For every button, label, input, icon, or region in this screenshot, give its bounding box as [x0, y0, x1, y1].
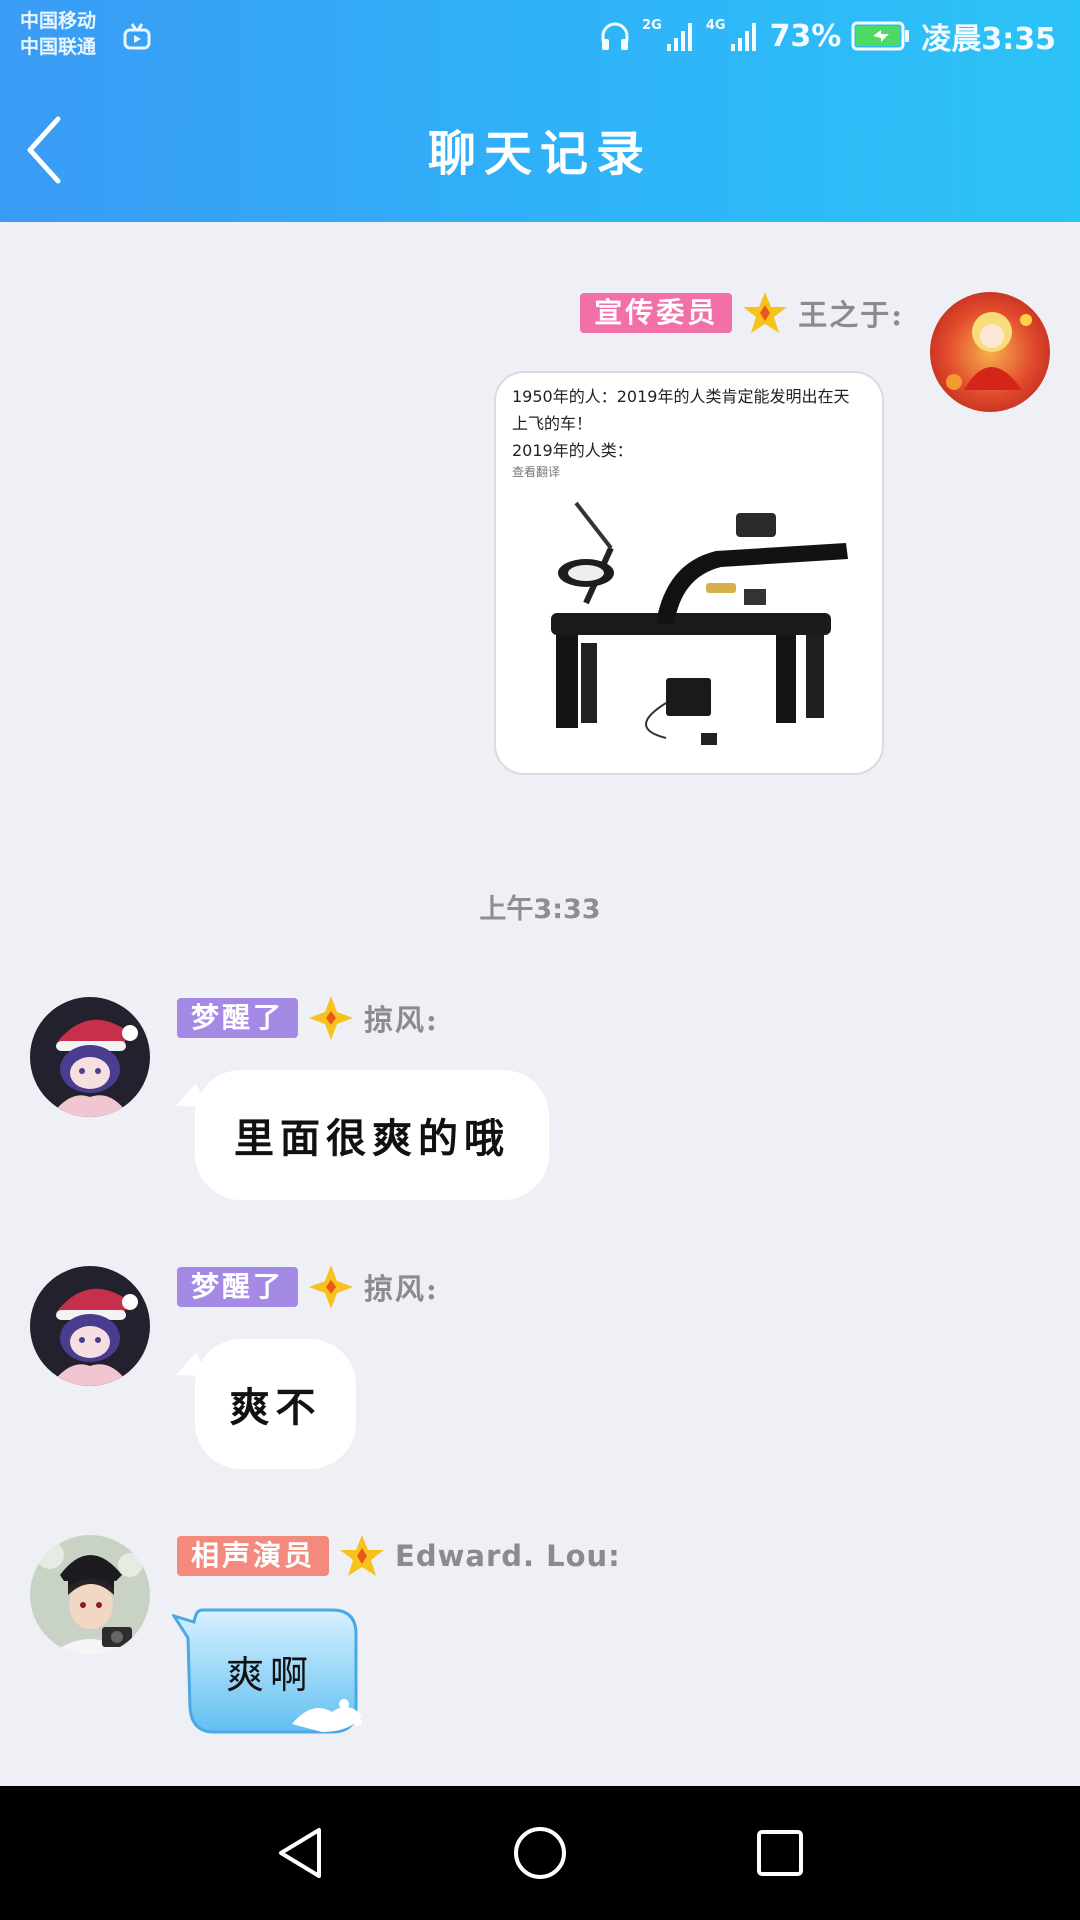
image-caption-line: 2019年的人类：	[512, 441, 633, 460]
system-nav-bar	[0, 1786, 1080, 1920]
image-message[interactable]: 1950年的人：2019年的人类肯定能发明出在天 上飞的车！ 2019年的人类：…	[494, 371, 884, 775]
nav-back-button[interactable]	[240, 1786, 360, 1920]
sender-name: 王之于:	[798, 298, 904, 332]
member-title-badge: 相声演员	[177, 1536, 330, 1576]
signal-icon	[666, 20, 696, 52]
translate-link: 查看翻译	[512, 465, 561, 479]
status-indicators: 2G 4G 73% 凌晨3:35	[598, 14, 1056, 58]
battery-percent: 73%	[769, 18, 842, 54]
star-icon	[743, 292, 788, 333]
sender-name: 掠风:	[364, 1003, 439, 1037]
headset-icon	[598, 19, 632, 53]
avatar[interactable]	[930, 292, 1050, 412]
member-title-badge: 宣传委员	[580, 293, 733, 333]
image-caption-line: 上飞的车！	[512, 414, 593, 433]
avatar[interactable]	[30, 1535, 150, 1655]
message-text: 里面很爽的哦	[234, 1115, 510, 1162]
message-text: 爽不	[229, 1384, 322, 1431]
status-bar: 中国移动 中国联通 2G 4G 73% 凌晨3:35	[0, 0, 1080, 74]
star-icon	[309, 1265, 354, 1309]
message-bubble[interactable]: 里面很爽的哦	[195, 1070, 549, 1200]
carrier-2: 中国联通	[20, 36, 97, 58]
nav-back-icon	[279, 1828, 321, 1878]
image-caption-line: 1950年的人：2019年的人类肯定能发明出在天	[512, 387, 850, 406]
sender-row: 梦醒了 掠风:	[177, 996, 439, 1040]
sender-row: 梦醒了 掠风:	[177, 1265, 439, 1309]
nav-home-icon	[514, 1827, 566, 1879]
timestamp: 上午3:33	[479, 894, 601, 925]
signal-icon	[730, 20, 760, 52]
nav-recents-icon	[757, 1830, 803, 1876]
machine-photo	[516, 493, 876, 763]
message-bubble[interactable]: 爽不	[195, 1339, 356, 1469]
carrier-1: 中国移动	[20, 10, 97, 32]
sender-name: Edward. Lou:	[395, 1539, 621, 1573]
avatar[interactable]	[30, 997, 150, 1117]
page-title: 聊天记录	[427, 126, 652, 182]
message-bubble[interactable]: 爽啊	[172, 1604, 368, 1738]
network-type-1: 2G	[642, 18, 662, 33]
member-title-badge: 梦醒了	[177, 998, 299, 1038]
nav-home-button[interactable]	[480, 1786, 600, 1920]
member-title-badge: 梦醒了	[177, 1267, 299, 1307]
network-type-2: 4G	[705, 18, 726, 33]
carrier-labels: 中国移动 中国联通	[20, 8, 96, 60]
clock: 凌晨3:35	[921, 22, 1056, 57]
star-icon	[340, 1535, 385, 1576]
sender-row: 宣传委员 王之于:	[580, 291, 904, 335]
sender-row: 相声演员 Edward. Lou:	[177, 1534, 621, 1578]
avatar[interactable]	[30, 1266, 150, 1386]
nav-recents-button[interactable]	[720, 1786, 840, 1920]
star-icon	[309, 996, 354, 1040]
battery-icon	[851, 21, 911, 51]
message-text: 爽啊	[225, 1652, 314, 1697]
app-header: 中国移动 中国联通 2G 4G 73% 凌晨3:35 聊天记录	[0, 0, 1080, 222]
sender-name: 掠风:	[364, 1272, 439, 1306]
image-caption: 1950年的人：2019年的人类肯定能发明出在天 上飞的车！ 2019年的人类：	[512, 383, 872, 464]
tv-icon	[123, 23, 151, 50]
